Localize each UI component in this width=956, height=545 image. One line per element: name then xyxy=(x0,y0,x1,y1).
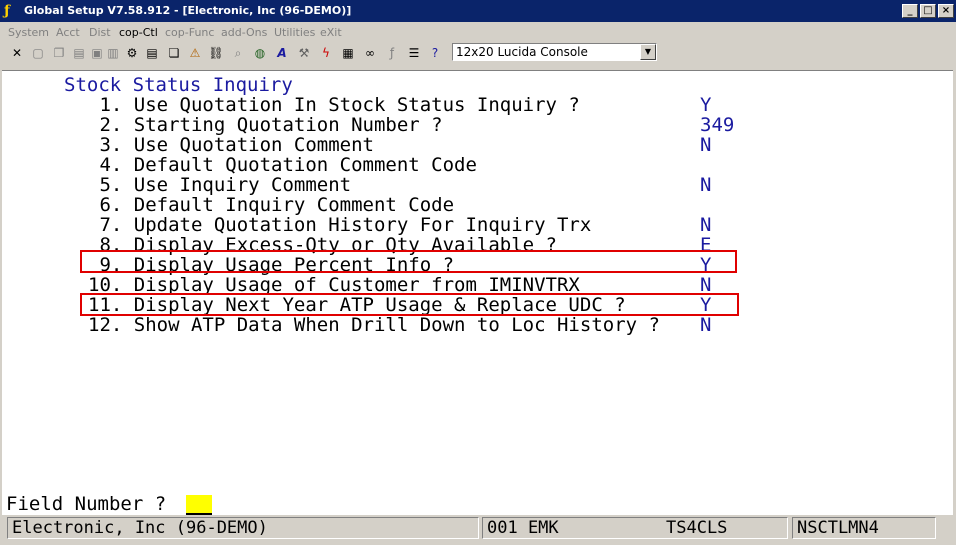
chevron-down-icon[interactable]: ▼ xyxy=(640,44,656,60)
list-icon[interactable]: ☰ xyxy=(405,44,423,62)
title-bar: ƒ Global Setup V7.58.912 - [Electronic, … xyxy=(0,0,956,22)
setting-value[interactable]: N xyxy=(700,315,711,335)
menu-utilities[interactable]: Utilities xyxy=(274,26,315,39)
settings-icon[interactable]: ⚙ xyxy=(123,44,141,62)
command-prompt: Field Number ? xyxy=(2,493,953,515)
app-icon: ƒ xyxy=(4,3,11,19)
print-icon[interactable]: ▥ xyxy=(104,44,122,62)
highlight-box xyxy=(80,250,737,273)
setting-label: 7. Update Quotation History For Inquiry … xyxy=(88,214,592,236)
maximize-button[interactable]: □ xyxy=(920,4,936,18)
calculator-icon[interactable]: ▦ xyxy=(339,44,357,62)
menu-bar: System Acct Dist cop-Ctl cop-Func add-On… xyxy=(0,23,956,41)
setting-value[interactable]: N xyxy=(700,175,711,195)
setting-value[interactable]: 349 xyxy=(700,115,734,135)
highlight-box xyxy=(80,293,739,316)
cut-icon[interactable]: ▢ xyxy=(29,44,47,62)
terminal-screen: Stock Status Inquiry 1. Use Quotation In… xyxy=(2,70,953,496)
macro-icon[interactable]: ⚒ xyxy=(295,44,313,62)
status-company: Electronic, Inc (96-DEMO) xyxy=(7,517,479,539)
menu-dist[interactable]: Dist xyxy=(89,26,111,39)
font-select-value: 12x20 Lucida Console xyxy=(456,45,588,59)
field-number-input[interactable] xyxy=(186,495,212,515)
setting-value[interactable]: N xyxy=(700,215,711,235)
menu-acct[interactable]: Acct xyxy=(56,26,80,39)
prompt-label: Field Number ? xyxy=(6,493,167,515)
window-title: Global Setup V7.58.912 - [Electronic, In… xyxy=(24,4,352,17)
setting-value[interactable]: Y xyxy=(700,95,711,115)
lightning-icon[interactable]: ϟ xyxy=(317,44,335,62)
find-icon[interactable]: ⛓ xyxy=(207,44,225,62)
notes-icon[interactable]: ▤ xyxy=(143,44,161,62)
setting-label: 4. Default Quotation Comment Code xyxy=(88,154,477,176)
screen-heading: Stock Status Inquiry xyxy=(64,74,293,96)
copy-file-icon[interactable]: ❏ xyxy=(165,44,183,62)
menu-system[interactable]: System xyxy=(8,26,49,39)
setting-label: 3. Use Quotation Comment xyxy=(88,134,374,156)
close-button[interactable]: × xyxy=(938,4,954,18)
menu-add-ons[interactable]: add-Ons xyxy=(221,26,267,39)
font-icon[interactable]: A xyxy=(273,44,291,62)
setting-label: 10. Display Usage of Customer from IMINV… xyxy=(88,274,580,296)
setting-value[interactable]: N xyxy=(700,135,711,155)
warning-icon[interactable]: ⚠ xyxy=(186,44,204,62)
setting-label: 12. Show ATP Data When Drill Down to Loc… xyxy=(88,314,660,336)
search-icon[interactable]: ⌕ xyxy=(229,44,247,62)
menu-cop-func[interactable]: cop-Func xyxy=(165,26,214,39)
status-user-text: 001 EMK xyxy=(487,518,559,538)
status-terminal: TS4CLS xyxy=(666,518,728,538)
link-icon[interactable]: ∞ xyxy=(361,44,379,62)
help-icon[interactable]: ? xyxy=(426,44,444,62)
status-user: 001 EMK TS4CLS xyxy=(482,517,788,539)
status-bar: Electronic, Inc (96-DEMO) 001 EMK TS4CLS … xyxy=(0,516,956,542)
cancel-icon[interactable]: ✕ xyxy=(8,44,26,62)
copy-icon[interactable]: ❐ xyxy=(50,44,68,62)
setting-label: 6. Default Inquiry Comment Code xyxy=(88,194,455,216)
setting-label: 5. Use Inquiry Comment xyxy=(88,174,352,196)
minimize-button[interactable]: _ xyxy=(902,4,918,18)
setting-value[interactable]: N xyxy=(700,275,711,295)
setting-label: 1. Use Quotation In Stock Status Inquiry… xyxy=(88,94,580,116)
status-program: NSCTLMN4 xyxy=(792,517,936,539)
menu-exit[interactable]: eXit xyxy=(320,26,342,39)
globe-icon[interactable]: ◍ xyxy=(251,44,269,62)
font-select[interactable]: 12x20 Lucida Console ▼ xyxy=(452,43,657,61)
function-icon[interactable]: ƒ xyxy=(383,44,401,62)
paste-icon[interactable]: ▤ xyxy=(70,44,88,62)
setting-label: 2. Starting Quotation Number ? xyxy=(88,114,443,136)
menu-cop-ctl[interactable]: cop-Ctl xyxy=(119,26,158,39)
